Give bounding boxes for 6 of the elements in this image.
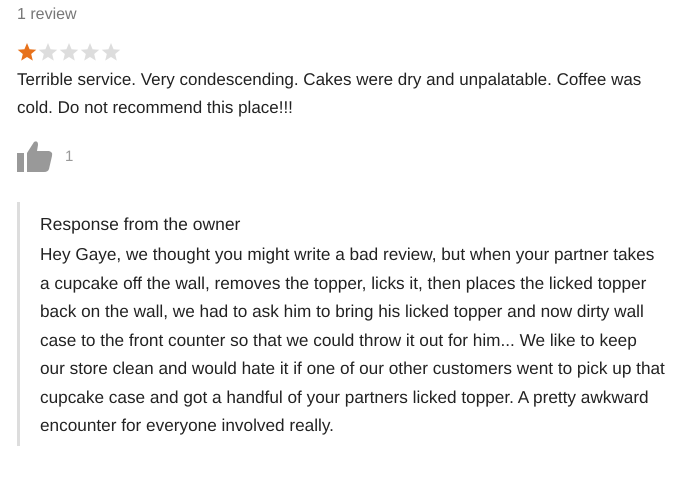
review-text: Terrible service. Very condescending. Cakes were dry and unpalatable. Coffee was cold. Do not recommend this place!!! xyxy=(17,69,642,119)
like-count: 1 xyxy=(65,148,74,164)
response-title: Response from the owner xyxy=(40,214,242,236)
thumbs-up-icon[interactable] xyxy=(17,140,53,172)
review-count: 1 review xyxy=(17,6,78,25)
response-text: Hey Gaye, we thought you might write a bad review, but when your partner takes a cupcake off the wall, removes the topper, licks it, then places the licked topper back on the wall, we had to ask him to bring his licked topper and now dirty wall case to the front counter so that we could throw it out for him... We like to keep our store clean and would hate it if one of our other customers went to pick up that cupcake case and got a handful of your partners licked topper. A pretty awkward encounter for everyone involved really. xyxy=(40,243,665,437)
